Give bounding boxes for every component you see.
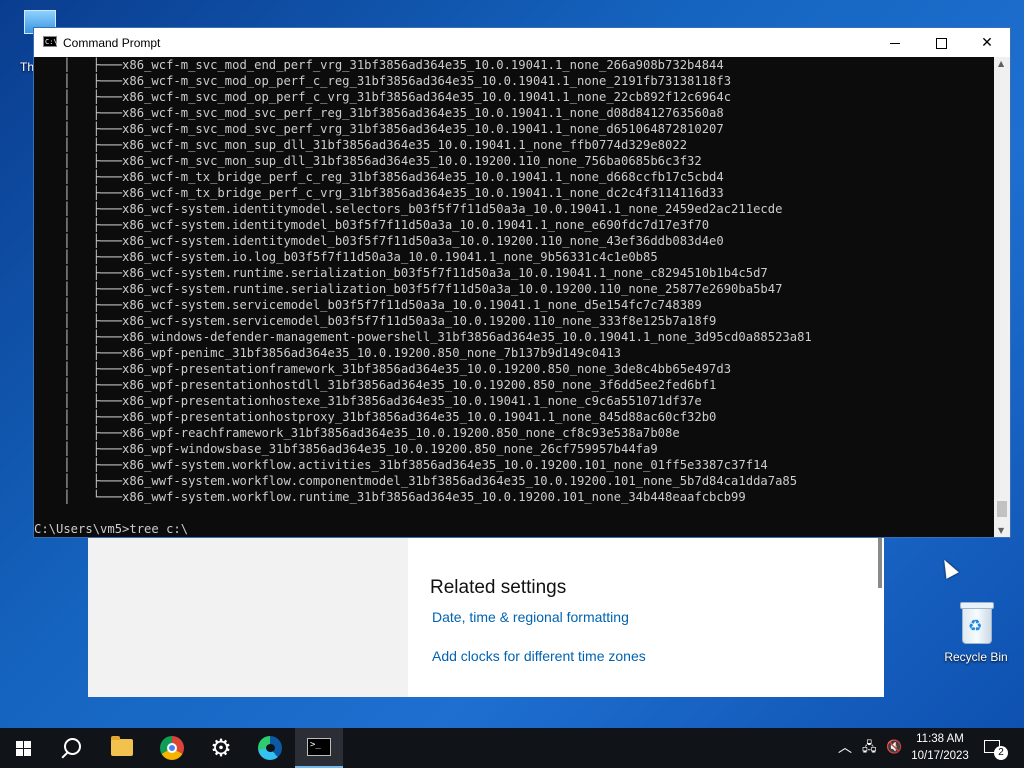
command-prompt-taskbar-button[interactable]: >_ [295, 728, 343, 768]
console-line: │ ├───x86_wpf-windowsbase_31bf3856ad364e… [34, 442, 658, 456]
window-title: Command Prompt [63, 36, 161, 50]
console-line: │ ├───x86_wpf-presentationframework_31bf… [34, 362, 732, 376]
windows-logo-icon [16, 741, 32, 756]
taskbar: ⚙ >_ ︿ 🖧 🔇 11:38 AM 10/17/2023 2 [0, 728, 1024, 768]
console-line: │ ├───x86_wcf-m_tx_bridge_perf_c_vrg_31b… [34, 186, 724, 200]
clock-time: 11:38 AM [916, 733, 964, 745]
console-line: │ ├───x86_wpf-presentationhostdll_31bf38… [34, 378, 717, 392]
console-line: │ ├───x86_wcf-system.servicemodel_b03f5f… [34, 314, 717, 328]
scroll-thumb[interactable] [997, 501, 1007, 517]
volume-button[interactable]: 🔇 [886, 728, 902, 768]
settings-scrollbar[interactable] [878, 538, 882, 588]
clock-date: 10/17/2023 [911, 750, 969, 762]
console-scrollbar[interactable]: ▲ ▼ [994, 57, 1010, 537]
settings-left-pane [88, 536, 408, 697]
network-button[interactable]: 🖧 [862, 728, 877, 768]
console-line: │ ├───x86_wcf-m_svc_mod_svc_perf_reg_31b… [34, 106, 724, 120]
edge-icon [258, 736, 282, 760]
folder-icon [111, 736, 133, 756]
related-settings-heading: Related settings [430, 577, 567, 598]
console-line: │ ├───x86_wpf-reachframework_31bf3856ad3… [34, 426, 680, 440]
console-line: │ ├───x86_wcf-system.runtime.serializati… [34, 266, 768, 280]
console-line: │ ├───x86_wcf-system.identitymodel_b03f5… [34, 234, 724, 248]
console-line: │ ├───x86_wpf-presentationhostexe_31bf38… [34, 394, 702, 408]
network-icon: 🖧 [862, 740, 877, 755]
settings-window: Related settings Date, time & regional f… [88, 536, 884, 697]
minimize-button[interactable] [872, 28, 918, 57]
console-line: │ ├───x86_wwf-system.workflow.activities… [34, 458, 768, 472]
console-line: │ ├───x86_wcf-m_svc_mod_op_perf_c_reg_31… [34, 74, 732, 88]
scroll-up-icon[interactable]: ▲ [998, 59, 1004, 68]
close-button[interactable]: ✕ [964, 28, 1010, 57]
file-explorer-button[interactable] [98, 728, 146, 768]
close-icon: ✕ [981, 34, 993, 50]
gear-icon: ⚙ [210, 734, 232, 762]
console-line: │ ├───x86_wcf-m_svc_mon_sup_dll_31bf3856… [34, 138, 688, 152]
minimize-icon [890, 42, 900, 44]
clock[interactable]: 11:38 AM 10/17/2023 [906, 731, 974, 765]
console-line: │ ├───x86_wcf-system.io.log_b03f5f7f11d5… [34, 250, 658, 264]
console-line: │ ├───x86_wcf-system.servicemodel_b03f5f… [34, 298, 702, 312]
recycle-bin-desktop-icon[interactable]: ♻ Recycle Bin [938, 602, 1014, 664]
console-line: │ ├───x86_windows-defender-management-po… [34, 330, 812, 344]
console-line: │ └───x86_wwf-system.workflow.runtime_31… [34, 490, 746, 504]
date-time-formatting-link[interactable]: Date, time & regional formatting [432, 609, 629, 625]
chrome-icon [160, 736, 184, 760]
cmd-titlebar[interactable]: C:\ Command Prompt ✕ [34, 28, 1010, 57]
edge-button[interactable] [246, 728, 294, 768]
console-output[interactable]: │ ├───x86_wcf-m_svc_mod_end_perf_vrg_31b… [34, 57, 994, 537]
console-line: │ ├───x86_wcf-system.identitymodel_b03f5… [34, 218, 710, 232]
console-line: │ ├───x86_wwf-system.workflow.componentm… [34, 474, 798, 488]
console-line: │ ├───x86_wcf-m_tx_bridge_perf_c_reg_31b… [34, 170, 724, 184]
chevron-up-icon: ︿ [838, 740, 852, 756]
show-hidden-icons-button[interactable]: ︿ [838, 728, 852, 768]
console-line: │ ├───x86_wcf-m_svc_mod_end_perf_vrg_31b… [34, 58, 724, 72]
command-prompt-window[interactable]: C:\ Command Prompt ✕ │ ├───x86_wcf-m_svc… [33, 27, 1011, 538]
console-line: │ ├───x86_wcf-m_svc_mod_svc_perf_vrg_31b… [34, 122, 724, 136]
console-line: │ ├───x86_wpf-presentationhostproxy_31bf… [34, 410, 717, 424]
search-button[interactable] [48, 728, 96, 768]
maximize-button[interactable] [918, 28, 964, 57]
add-clocks-link[interactable]: Add clocks for different time zones [432, 648, 646, 664]
notification-count-badge: 2 [994, 746, 1008, 760]
command-prompt-icon: >_ [307, 738, 331, 756]
start-button[interactable] [0, 728, 48, 768]
console-line: │ ├───x86_wcf-system.identitymodel.selec… [34, 202, 783, 216]
console-line: │ ├───x86_wcf-m_svc_mon_sup_dll_31bf3856… [34, 154, 702, 168]
settings-button[interactable]: ⚙ [197, 728, 245, 768]
console-line: │ ├───x86_wcf-m_svc_mod_op_perf_c_vrg_31… [34, 90, 732, 104]
chrome-button[interactable] [148, 728, 196, 768]
volume-muted-icon: 🔇 [886, 740, 903, 755]
maximize-icon [935, 37, 947, 49]
scroll-down-icon[interactable]: ▼ [998, 526, 1004, 535]
recycle-bin-label: Recycle Bin [944, 650, 1008, 664]
console-line: │ ├───x86_wcf-system.runtime.serializati… [34, 282, 783, 296]
mouse-cursor-icon [938, 556, 959, 579]
action-center-button[interactable]: 2 [976, 728, 1020, 768]
console-line: │ ├───x86_wpf-penimc_31bf3856ad364e35_10… [34, 346, 621, 360]
this-pc-label: Th [20, 60, 35, 74]
recycle-bin-icon: ♻ [958, 602, 994, 644]
command-prompt-icon: C:\ [43, 36, 58, 47]
command-prompt-line[interactable]: C:\Users\vm5>tree c:\ [34, 521, 188, 537]
